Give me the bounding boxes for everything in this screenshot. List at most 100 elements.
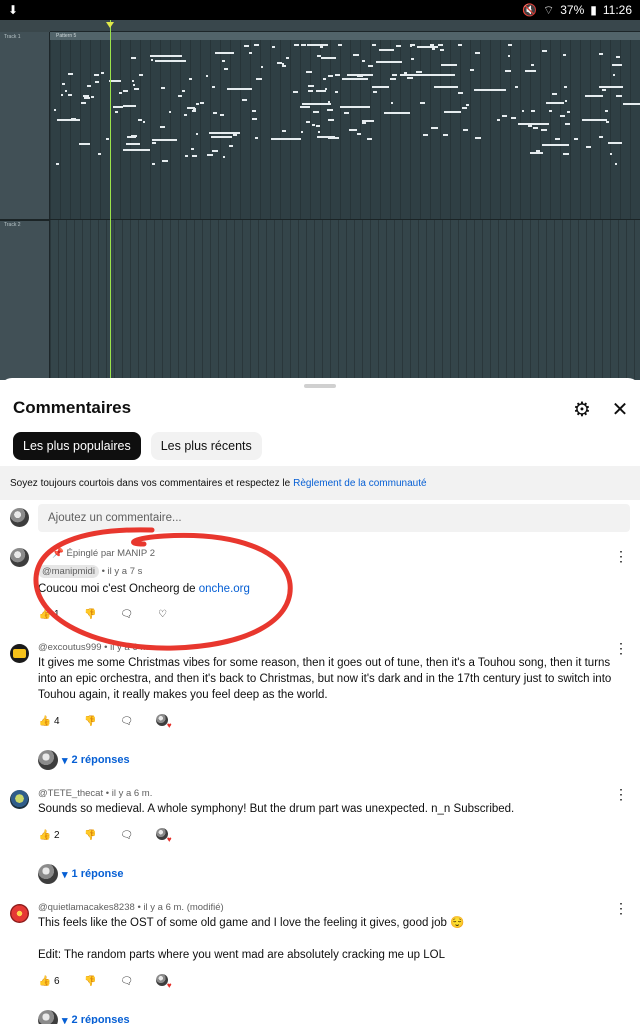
reply-icon[interactable]: 🗨 — [120, 974, 134, 988]
midi-note — [212, 86, 216, 89]
midi-note — [542, 144, 569, 147]
midi-note — [458, 91, 464, 94]
midi-note — [252, 109, 256, 112]
reply-icon[interactable]: 🗨 — [120, 714, 134, 728]
like-icon[interactable]: 👍 — [38, 607, 52, 621]
more-options-icon[interactable]: ⋮ — [614, 640, 628, 656]
midi-note — [439, 48, 444, 51]
comment-avatar[interactable] — [10, 790, 29, 809]
comment-author[interactable]: @TETE_thecat — [38, 788, 103, 799]
midi-note — [372, 85, 389, 88]
midi-note — [409, 45, 413, 48]
dislike-icon[interactable]: 👎 — [84, 714, 98, 728]
replies-count: 2 réponses — [71, 754, 130, 766]
comment-time: il y a 7 s — [107, 566, 143, 577]
comment-time: il y a 6 m. — [110, 642, 151, 653]
midi-note — [505, 70, 511, 73]
midi-note — [320, 56, 335, 59]
like-icon[interactable]: 👍 — [38, 828, 52, 842]
midi-note — [599, 53, 603, 56]
creator-avatar — [38, 1010, 58, 1024]
like-icon[interactable]: 👍 — [38, 974, 52, 988]
midi-note — [300, 130, 304, 133]
midi-note — [242, 98, 247, 101]
midi-note — [56, 119, 81, 122]
midi-note — [192, 154, 197, 157]
reply-icon[interactable]: 🗨 — [120, 828, 134, 842]
midi-note — [465, 104, 469, 107]
midi-note — [470, 69, 475, 72]
midi-note — [212, 111, 218, 114]
close-icon[interactable]: ✕ — [607, 396, 633, 422]
midi-note — [212, 149, 218, 152]
midi-note — [222, 59, 225, 62]
midi-note — [528, 125, 533, 128]
midi-note — [442, 133, 448, 136]
midi-note — [518, 123, 550, 126]
settings-gear-icon[interactable]: ⚙ — [569, 396, 595, 422]
dislike-icon[interactable]: 👎 — [84, 974, 98, 988]
community-guidelines-link[interactable]: Règlement de la communauté — [293, 478, 426, 489]
midi-note — [337, 44, 342, 46]
comment-author[interactable]: @excoutus999 — [38, 642, 102, 653]
midi-note — [444, 111, 461, 114]
midi-note — [182, 90, 186, 93]
chip-top-comments[interactable]: Les plus populaires — [13, 432, 141, 460]
comment-avatar[interactable] — [10, 644, 29, 663]
midi-note — [327, 101, 331, 104]
midi-note — [564, 99, 567, 102]
more-options-icon[interactable]: ⋮ — [614, 548, 628, 564]
midi-note — [317, 131, 321, 134]
midi-note — [138, 119, 143, 122]
midi-note — [210, 153, 213, 156]
pin-icon: 📌 — [52, 548, 64, 559]
download-icon: ⬇ — [8, 3, 19, 17]
like-count: 1 — [54, 608, 60, 620]
like-icon[interactable]: 👍 — [38, 714, 52, 728]
midi-note — [151, 162, 155, 165]
reply-icon[interactable]: 🗨 — [120, 607, 134, 621]
comment-link[interactable]: onche.org — [199, 583, 250, 595]
midi-note — [417, 46, 438, 49]
drag-handle[interactable] — [304, 384, 336, 388]
add-comment-input[interactable]: Ajoutez un commentaire... — [38, 504, 630, 532]
more-options-icon[interactable]: ⋮ — [614, 786, 628, 802]
midi-note — [551, 92, 558, 95]
midi-note — [323, 77, 326, 80]
midi-note — [584, 95, 603, 98]
comment-body: Coucou moi c'est Oncheorg de — [38, 583, 196, 595]
midi-note — [83, 95, 90, 98]
comment-avatar[interactable] — [10, 548, 29, 567]
dislike-icon[interactable]: 👎 — [84, 607, 98, 621]
chip-newest[interactable]: Les plus récents — [150, 432, 262, 460]
midi-note — [334, 74, 341, 77]
midi-note — [438, 44, 443, 46]
view-replies-button[interactable]: ▾ 1 réponse — [38, 864, 124, 884]
midi-note — [463, 129, 468, 132]
comment-author[interactable]: @manipmidi — [38, 565, 99, 578]
view-replies-button[interactable]: ▾ 2 réponses — [38, 1010, 130, 1024]
midi-note — [315, 90, 327, 93]
battery-icon: ▮ — [590, 3, 597, 17]
midi-note — [249, 52, 252, 55]
heart-icon[interactable]: ♡ — [156, 607, 170, 621]
dislike-icon[interactable]: 👎 — [84, 828, 98, 842]
midi-note — [554, 138, 560, 141]
comment-author[interactable]: @quietlamacakes8238 — [38, 902, 135, 913]
view-replies-button[interactable]: ▾ 2 réponses — [38, 750, 130, 770]
midi-note — [199, 101, 204, 104]
midi-note — [252, 117, 258, 120]
midi-note — [229, 144, 233, 147]
more-options-icon[interactable]: ⋮ — [614, 900, 628, 916]
midi-note — [90, 95, 94, 98]
midi-note — [440, 63, 458, 66]
daw-video-frame[interactable]: Pattern 5 Track 1 Track 2 — [0, 20, 640, 380]
midi-note — [342, 77, 368, 80]
midi-note — [475, 137, 481, 140]
like-count: 2 — [54, 829, 60, 841]
midi-note — [143, 120, 146, 123]
comment-avatar[interactable] — [10, 904, 29, 923]
midi-note — [210, 136, 233, 139]
pinned-text: Épinglé par MANIP 2 — [66, 548, 156, 559]
midi-note — [78, 143, 90, 146]
